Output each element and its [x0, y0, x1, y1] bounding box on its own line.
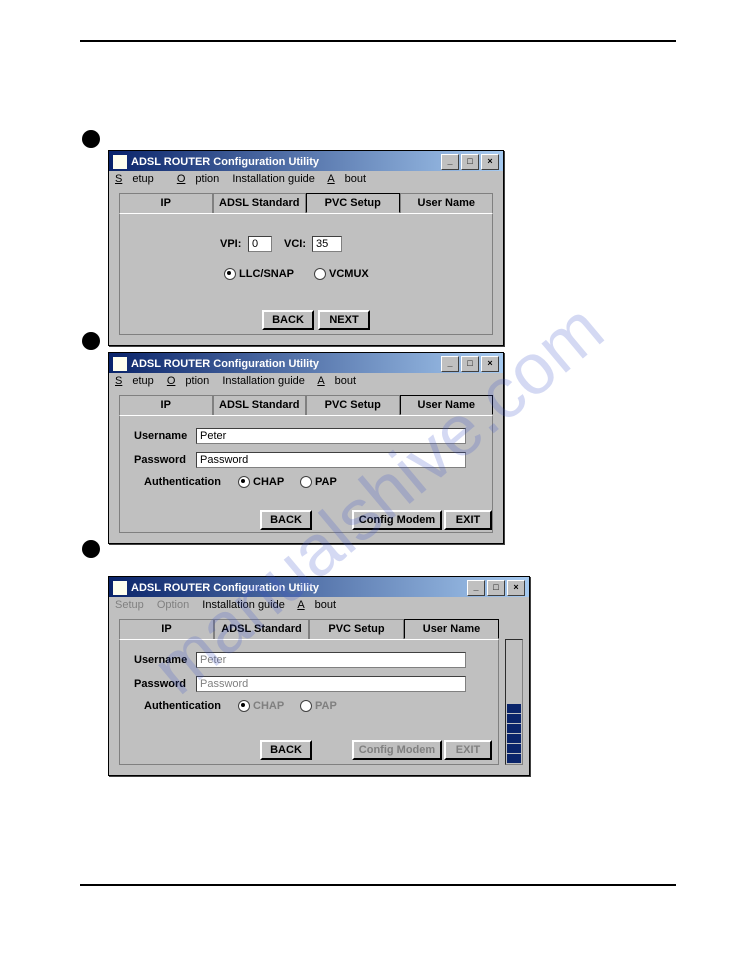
minimize-button[interactable]: _	[441, 154, 459, 170]
vci-label: VCI:	[284, 238, 306, 250]
menubar[interactable]: Setup Option Installation guide About	[109, 373, 503, 389]
vpi-label: VPI:	[220, 238, 241, 250]
password-input[interactable]: Password	[196, 452, 466, 468]
tab-ip[interactable]: IP	[119, 395, 213, 415]
bullet-3	[82, 540, 100, 558]
bullet-1	[82, 130, 100, 148]
exit-button[interactable]: EXIT	[444, 510, 492, 530]
tab-pvc[interactable]: PVC Setup	[309, 619, 404, 639]
close-button[interactable]: ×	[507, 580, 525, 596]
menubar[interactable]: Setup Option Installation guide About	[109, 171, 503, 187]
radio-pap[interactable]: PAP	[300, 476, 337, 488]
close-button[interactable]: ×	[481, 154, 499, 170]
maximize-button[interactable]: □	[461, 154, 479, 170]
maximize-button[interactable]: □	[487, 580, 505, 596]
next-button[interactable]: NEXT	[318, 310, 370, 330]
menu-setup: Setup	[115, 599, 144, 611]
app-icon	[113, 357, 127, 371]
radio-chap[interactable]: CHAP	[238, 476, 284, 488]
menu-install[interactable]: Installation guide	[222, 375, 305, 387]
radio-vcmux[interactable]: VCMUX	[314, 268, 369, 280]
window-user: ADSL ROUTER Configuration Utility _ □ × …	[108, 352, 504, 544]
tab-adsl[interactable]: ADSL Standard	[214, 619, 309, 639]
tab-ip[interactable]: IP	[119, 193, 213, 213]
app-icon	[113, 155, 127, 169]
menu-install[interactable]: Installation guide	[232, 173, 315, 185]
tab-user[interactable]: User Name	[400, 395, 494, 415]
bottom-rule	[80, 884, 676, 886]
window-title: ADSL ROUTER Configuration Utility	[131, 358, 319, 370]
back-button[interactable]: BACK	[262, 310, 314, 330]
tabs: IP ADSL Standard PVC Setup User Name	[119, 619, 499, 639]
close-button[interactable]: ×	[481, 356, 499, 372]
titlebar[interactable]: ADSL ROUTER Configuration Utility _ □ ×	[109, 353, 503, 373]
window-title: ADSL ROUTER Configuration Utility	[131, 582, 319, 594]
config-modem-button[interactable]: Config Modem	[352, 510, 442, 530]
back-button[interactable]: BACK	[260, 740, 312, 760]
tabs: IP ADSL Standard PVC Setup User Name	[119, 395, 493, 415]
minimize-button[interactable]: _	[441, 356, 459, 372]
tab-pvc[interactable]: PVC Setup	[306, 395, 400, 415]
username-input[interactable]: Peter	[196, 428, 466, 444]
menu-option: Option	[157, 599, 189, 611]
vci-input[interactable]: 35	[312, 236, 342, 252]
tab-pvc[interactable]: PVC Setup	[306, 193, 400, 213]
vpi-input[interactable]: 0	[248, 236, 272, 252]
panel-user: Username Peter Password Password Authent…	[119, 639, 499, 765]
back-button[interactable]: BACK	[260, 510, 312, 530]
menu-setup[interactable]: Setup	[115, 375, 154, 387]
window-pvc: ADSL ROUTER Configuration Utility _ □ × …	[108, 150, 504, 346]
auth-label: Authentication	[144, 700, 221, 712]
radio-chap: CHAP	[238, 700, 284, 712]
tab-adsl[interactable]: ADSL Standard	[213, 395, 307, 415]
password-label: Password	[134, 678, 186, 690]
window-title: ADSL ROUTER Configuration Utility	[131, 156, 319, 168]
menu-about[interactable]: About	[297, 599, 336, 611]
auth-label: Authentication	[144, 476, 221, 488]
titlebar[interactable]: ADSL ROUTER Configuration Utility _ □ ×	[109, 577, 529, 597]
username-label: Username	[134, 654, 187, 666]
menu-about[interactable]: About	[327, 173, 366, 185]
top-rule	[80, 40, 676, 42]
maximize-button[interactable]: □	[461, 356, 479, 372]
tab-ip[interactable]: IP	[119, 619, 214, 639]
menubar[interactable]: Setup Option Installation guide About	[109, 597, 529, 613]
menu-option[interactable]: Option	[167, 375, 209, 387]
tab-user[interactable]: User Name	[404, 619, 499, 639]
minimize-button[interactable]: _	[467, 580, 485, 596]
tabs: IP ADSL Standard PVC Setup User Name	[119, 193, 493, 213]
menu-option[interactable]: Option	[177, 173, 219, 185]
app-icon	[113, 581, 127, 595]
username-input: Peter	[196, 652, 466, 668]
progress-bar	[505, 639, 523, 765]
panel-user: Username Peter Password Password Authent…	[119, 415, 493, 533]
titlebar[interactable]: ADSL ROUTER Configuration Utility _ □ ×	[109, 151, 503, 171]
radio-llc[interactable]: LLC/SNAP	[224, 268, 294, 280]
bullet-2	[82, 332, 100, 350]
panel-pvc: VPI: 0 VCI: 35 LLC/SNAP VCMUX BACK NEXT	[119, 213, 493, 335]
radio-pap: PAP	[300, 700, 337, 712]
password-label: Password	[134, 454, 186, 466]
username-label: Username	[134, 430, 187, 442]
tab-user[interactable]: User Name	[400, 193, 494, 213]
window-user-progress: ADSL ROUTER Configuration Utility _ □ × …	[108, 576, 530, 776]
menu-about[interactable]: About	[317, 375, 356, 387]
password-input: Password	[196, 676, 466, 692]
menu-install[interactable]: Installation guide	[202, 599, 285, 611]
exit-button: EXIT	[444, 740, 492, 760]
config-modem-button: Config Modem	[352, 740, 442, 760]
menu-setup[interactable]: Setup	[115, 173, 164, 185]
tab-adsl[interactable]: ADSL Standard	[213, 193, 307, 213]
